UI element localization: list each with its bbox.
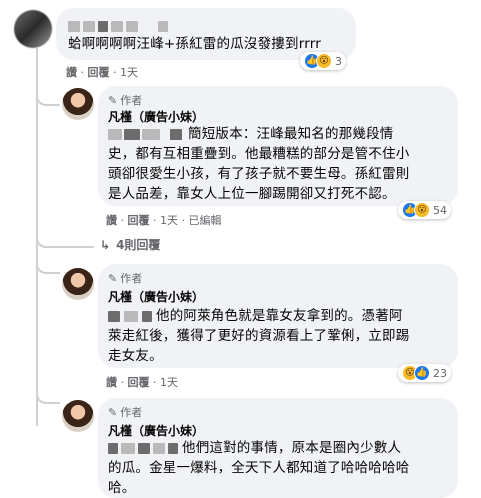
comment-actions: 讚 · 回覆 · 1天	[106, 376, 178, 389]
reaction-summary[interactable]: 👍 😮 3	[300, 52, 346, 70]
reply-button[interactable]: 回覆	[128, 214, 150, 227]
view-more-replies[interactable]: ↳ 4則回覆	[100, 236, 160, 253]
commenter-name-redacted[interactable]	[68, 16, 168, 35]
comment-actions: 讚 · 回覆 · 1天 · 已編輯	[106, 214, 222, 227]
author-badge: ✎ 作者	[108, 405, 143, 420]
author-name[interactable]: 凡槿（廣告小妹）	[108, 422, 204, 439]
author-name[interactable]: 凡槿（廣告小妹）	[108, 108, 204, 125]
comment-text: 簡短版本：汪峰最知名的那幾段情 史，都有互相重疊到。他最糟糕的部分是管不住小 頭…	[108, 126, 410, 202]
reaction-count: 3	[335, 54, 342, 68]
like-icon: 👍	[414, 365, 430, 381]
author-badge: ✎ 作者	[108, 271, 143, 286]
author-name[interactable]: 凡槿（廣告小妹）	[108, 288, 204, 305]
thread-connector	[36, 250, 60, 274]
comment-bubble: ✎ 作者 凡槿（廣告小妹） 簡短版本：汪峰最知名的那幾段情 史，都有互相重疊到。他…	[98, 86, 458, 206]
comment-bubble: ✎ 作者 凡槿（廣告小妹） 他們這對的事情，原本是圈內少數人 的瓜。金星一爆料，全…	[98, 398, 458, 498]
like-button[interactable]: 讚	[66, 66, 77, 79]
wow-icon: 😮	[414, 202, 430, 218]
comment-actions: 讚 · 回覆 · 1天	[66, 66, 138, 79]
reaction-summary[interactable]: 😮 👍 23	[398, 364, 451, 382]
comment-text: 蛤啊啊啊啊汪峰+孫紅雷的瓜沒發摟到rrrr	[68, 36, 322, 52]
avatar[interactable]	[62, 88, 94, 120]
thread-connector	[36, 80, 60, 106]
like-button[interactable]: 讚	[106, 376, 117, 389]
pen-icon: ✎	[108, 271, 118, 285]
timestamp[interactable]: 1天	[160, 376, 178, 389]
pen-icon: ✎	[108, 405, 118, 419]
thread-connector	[36, 228, 94, 248]
wow-icon: 😮	[316, 53, 332, 69]
reply-arrow-icon: ↳	[100, 237, 111, 252]
thread-line	[36, 48, 38, 248]
thread-connector	[36, 380, 60, 404]
timestamp[interactable]: 1天	[120, 66, 138, 79]
reaction-count: 23	[433, 366, 447, 380]
avatar[interactable]	[62, 268, 94, 300]
reply-button[interactable]: 回覆	[88, 66, 110, 79]
edited-label: 已編輯	[188, 214, 222, 227]
author-badge: ✎ 作者	[108, 93, 143, 108]
comment-text: 他們這對的事情，原本是圈內少數人 的瓜。金星一爆料，全天下人都知道了哈哈哈哈哈 …	[108, 440, 410, 496]
comment-bubble: ✎ 作者 凡槿（廣告小妹） 他的阿萊角色就是靠女友拿到的。憑著阿 萊走紅後，獲得了…	[98, 264, 458, 368]
avatar[interactable]	[62, 400, 94, 432]
timestamp[interactable]: 1天	[160, 214, 178, 227]
reaction-count: 54	[433, 203, 447, 217]
like-button[interactable]: 讚	[106, 214, 117, 227]
reply-button[interactable]: 回覆	[128, 376, 150, 389]
pen-icon: ✎	[108, 93, 118, 107]
comment-text: 他的阿萊角色就是靠女友拿到的。憑著阿 萊走紅後，獲得了更好的資源看上了鞏俐，立即…	[108, 308, 410, 364]
reaction-summary[interactable]: 👍 😮 54	[398, 201, 451, 219]
avatar[interactable]	[14, 10, 52, 48]
